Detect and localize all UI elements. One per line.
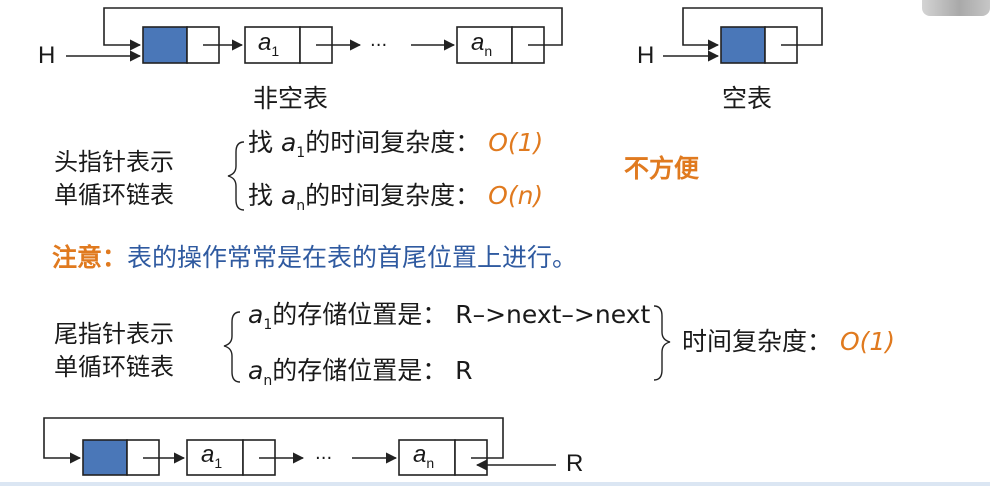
bottom-node-a1-label: a1 <box>201 441 223 471</box>
left-brace-tail <box>223 311 241 383</box>
node-an-label: an <box>471 29 493 59</box>
node-a1-label: a1 <box>258 29 280 59</box>
bottom-strip <box>0 482 990 486</box>
empty-circular-list <box>663 7 823 64</box>
inconvenient-label: 不方便 <box>624 154 700 183</box>
head-node-data <box>720 26 766 64</box>
head-find-first-line: 找 a1的时间复杂度： O(1) <box>248 128 544 161</box>
left-brace-head <box>227 141 245 211</box>
head-pointer-label-empty: H <box>637 42 655 69</box>
nonempty-caption: 非空表 <box>253 84 329 113</box>
tail-time-complexity: 时间复杂度： O(1) <box>682 327 896 356</box>
head-pointer-label: H <box>38 42 56 69</box>
bottom-node-an-label: an <box>413 441 435 471</box>
tail-pointer-title: 尾指针表示 单循环链表 <box>54 320 174 381</box>
empty-caption: 空表 <box>722 84 773 113</box>
tail-pointer-circular-list <box>43 417 556 476</box>
right-brace-tail <box>653 305 671 381</box>
head-pointer-title: 头指针表示 单循环链表 <box>54 148 174 209</box>
ellipsis: ··· <box>370 35 388 56</box>
head-node-data <box>142 26 188 64</box>
tail-first-storage-line: a1的存储位置是： R–>next–>next <box>248 300 651 333</box>
tail-pointer-label: R <box>566 450 584 477</box>
head-find-last-line: 找 an的时间复杂度： O(n) <box>248 181 544 214</box>
tail-last-storage-line: an的存储位置是： R <box>248 356 473 389</box>
head-node-data <box>82 439 128 476</box>
slide: H a1 ··· an 非空表 H 空表 头指针表示 单循环链表 找 a1的时间… <box>0 0 990 486</box>
note-line: 注意：表的操作常常是在表的首尾位置上进行。 <box>52 243 578 272</box>
bottom-ellipsis: ··· <box>315 448 333 469</box>
